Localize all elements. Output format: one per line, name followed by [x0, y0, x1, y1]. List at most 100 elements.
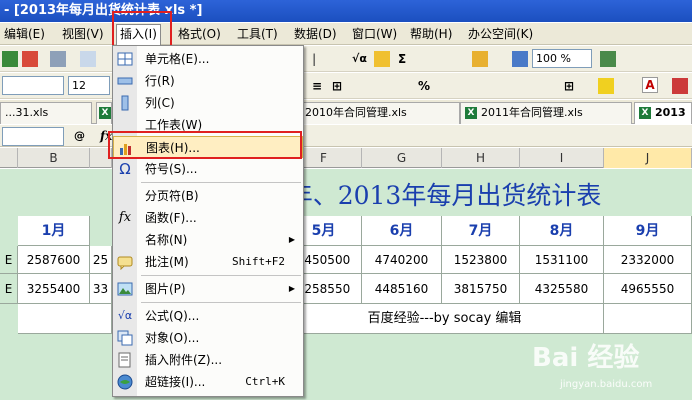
data-cell[interactable]: 4740200 — [362, 246, 442, 274]
menu-item-attachment[interactable]: 插入附件(Z)... — [113, 349, 303, 371]
separator-icon: | — [312, 52, 317, 66]
fx-icon: fx — [118, 210, 132, 225]
search-function-icon[interactable]: @ — [74, 128, 85, 144]
row-col-corner[interactable] — [0, 148, 18, 168]
menu-item-function[interactable]: fx 函数(F)... — [113, 207, 303, 229]
sum-icon[interactable]: Σ — [398, 51, 406, 67]
menu-format[interactable]: 格式(O) — [178, 25, 221, 43]
data-cell[interactable]: 1523800 — [442, 246, 520, 274]
tab-document-partial[interactable]: X — [96, 102, 112, 124]
zoom-select[interactable]: 100 % — [532, 49, 592, 68]
font-color-icon[interactable]: A — [642, 77, 658, 93]
menu-item-comment[interactable]: 批注(M) Shift+F2 — [113, 251, 303, 273]
baidu-watermark: Bai 经验 — [532, 343, 640, 373]
borders-icon[interactable]: ⊞ — [564, 78, 574, 94]
data-cell[interactable]: 2587600 — [18, 246, 90, 274]
tab-2010-contract[interactable]: 2010年合同管理.xls — [300, 102, 460, 124]
month-cell[interactable]: 9月 — [604, 216, 692, 246]
tab-2011-contract[interactable]: X 2011年合同管理.xls — [460, 102, 632, 124]
menu-item-chart[interactable]: 图表(H)... — [113, 136, 303, 158]
month-cell[interactable]: 6月 — [362, 216, 442, 246]
menu-help[interactable]: 帮助(H) — [410, 25, 452, 43]
picture-icon — [117, 282, 133, 296]
menu-item-label: 图表(H)... — [146, 141, 200, 155]
month-cell[interactable]: 1月 — [18, 216, 90, 246]
arrow-icon[interactable] — [2, 51, 18, 67]
fx-icon[interactable]: fx — [100, 128, 112, 144]
menu-item-cells[interactable]: 单元格(E)... — [113, 48, 303, 70]
formula-bar: @ fx — [0, 125, 692, 147]
menu-item-formula[interactable]: √α 公式(Q)... — [113, 305, 303, 327]
data-cell[interactable]: 1531100 — [520, 246, 604, 274]
column-header-b[interactable]: B — [18, 148, 90, 168]
fill-color-icon[interactable] — [598, 78, 614, 94]
hyperlink-icon — [117, 374, 133, 390]
footer-note-cell[interactable]: 百度经验---by socay 编辑 — [286, 304, 604, 334]
column-header-c[interactable] — [90, 148, 112, 168]
menu-separator — [141, 182, 301, 183]
data-cell[interactable]: 3815750 — [442, 274, 520, 304]
menu-item-hyperlink[interactable]: 超链接(I)... Ctrl+K — [113, 371, 303, 393]
data-cell[interactable]: 33 — [90, 274, 112, 304]
font-size-select[interactable]: 12 — [68, 76, 110, 95]
tab-document-31[interactable]: ...31.xls — [0, 102, 92, 124]
empty-cell[interactable] — [18, 304, 112, 334]
menu-view[interactable]: 视图(V) — [62, 25, 104, 43]
pdf-icon[interactable] — [22, 51, 38, 67]
column-header-i[interactable]: I — [520, 148, 604, 168]
cells-icon — [117, 52, 133, 66]
menu-office-space[interactable]: 办公空间(K) — [468, 25, 533, 43]
window-title: - [2013年每月出货统计表 xls *] — [4, 3, 203, 18]
menu-item-name[interactable]: 名称(N) ▶ — [113, 229, 303, 251]
menu-item-column[interactable]: 列(C) — [113, 92, 303, 114]
style-icon[interactable] — [672, 78, 688, 94]
percent-icon[interactable]: % — [418, 78, 430, 94]
data-cell[interactable]: 3255400 — [18, 274, 90, 304]
window-title-bar: - [2013年每月出货统计表 xls *] — [0, 0, 692, 22]
data-cell[interactable]: 4485160 — [362, 274, 442, 304]
menu-edit[interactable]: 编辑(E) — [4, 25, 45, 43]
menu-item-symbol[interactable]: Ω 符号(S)... — [113, 158, 303, 180]
menu-item-label: 列(C) — [145, 96, 175, 110]
excel-file-icon: X — [639, 107, 651, 119]
format-toolbar: 12 ≡ ⊞ % ⊞ A — [0, 73, 692, 99]
chart-icon — [120, 144, 131, 155]
tab-2013-active[interactable]: X 2013 — [634, 102, 692, 124]
excel-file-icon: X — [465, 107, 477, 119]
chart-toolbar-icon[interactable] — [512, 51, 528, 67]
menu-item-row[interactable]: 行(R) — [113, 70, 303, 92]
print-icon[interactable] — [50, 51, 66, 67]
standard-toolbar: | √α Σ 100 % — [0, 46, 692, 72]
sqrt-icon[interactable]: √α — [352, 51, 367, 67]
month-cell[interactable]: 7月 — [442, 216, 520, 246]
menu-item-picture[interactable]: 图片(P) ▶ — [113, 278, 303, 300]
autoshape-icon[interactable] — [374, 51, 390, 67]
data-cell[interactable]: 25 — [90, 246, 112, 274]
merge-icon[interactable]: ⊞ — [332, 78, 342, 94]
menu-item-worksheet[interactable]: 工作表(W) — [113, 114, 303, 136]
menu-item-object[interactable]: 对象(O)... — [113, 327, 303, 349]
name-box[interactable] — [2, 127, 64, 146]
month-cell[interactable]: 8月 — [520, 216, 604, 246]
data-cell[interactable]: 2332000 — [604, 246, 692, 274]
menu-item-page-break[interactable]: 分页符(B) — [113, 185, 303, 207]
help-toolbar-icon[interactable] — [600, 51, 616, 67]
preview-icon[interactable] — [80, 51, 96, 67]
column-header-g[interactable]: G — [362, 148, 442, 168]
row-label[interactable]: E — [0, 274, 18, 304]
column-header-j[interactable]: J — [604, 148, 692, 168]
data-cell[interactable]: 4965550 — [604, 274, 692, 304]
row-label[interactable]: E — [0, 246, 18, 274]
column-header-h[interactable]: H — [442, 148, 520, 168]
filter-icon[interactable] — [472, 51, 488, 67]
menu-tools[interactable]: 工具(T) — [237, 25, 278, 43]
menu-item-label: 行(R) — [145, 74, 175, 88]
baidu-watermark-url: jingyan.baidu.com — [560, 379, 653, 390]
align-right-icon[interactable]: ≡ — [312, 78, 322, 94]
font-name-select[interactable] — [2, 76, 64, 95]
menu-data[interactable]: 数据(D) — [294, 25, 337, 43]
empty-cell[interactable] — [604, 304, 692, 334]
menu-window[interactable]: 窗口(W) — [352, 25, 397, 43]
menu-insert[interactable]: 插入(I) — [116, 24, 161, 45]
data-cell[interactable]: 4325580 — [520, 274, 604, 304]
